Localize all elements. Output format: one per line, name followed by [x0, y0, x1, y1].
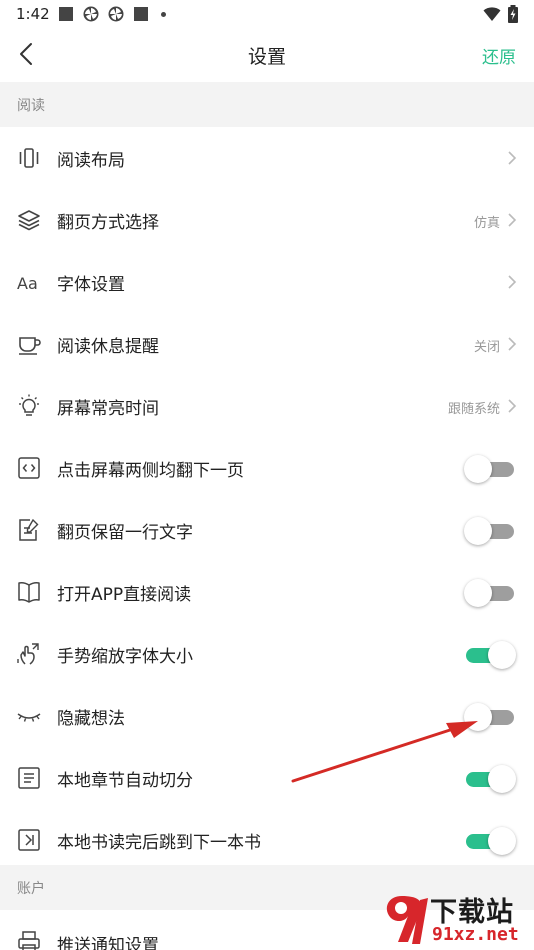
setting-row-pinch-font-size: 手势缩放字体大小	[0, 623, 534, 685]
toggle-switch[interactable]	[464, 703, 516, 731]
setting-label: 隐藏想法	[57, 709, 125, 729]
setting-value: 跟随系统	[447, 402, 500, 417]
setting-value: 关闭	[473, 340, 500, 355]
battery-charging-icon	[508, 5, 518, 23]
section-title: 阅读	[17, 98, 45, 114]
page-title: 设置	[247, 46, 286, 68]
setting-row-screen-on-time[interactable]: 屏幕常亮时间 跟随系统	[0, 375, 534, 437]
dot-icon	[161, 12, 166, 17]
edit-note-icon	[19, 518, 39, 541]
setting-label: 翻页方式选择	[57, 213, 159, 233]
list-doc-icon	[18, 767, 40, 789]
closed-eye-icon	[17, 713, 41, 722]
setting-row-tap-sides-next-page: 点击屏幕两侧均翻下一页	[0, 437, 534, 499]
square-notification-icon	[134, 7, 148, 21]
setting-row-reading-layout[interactable]: 阅读布局	[0, 127, 534, 189]
setting-label: 屏幕常亮时间	[57, 399, 159, 419]
setting-label: 本地书读完后跳到下一本书	[57, 833, 261, 853]
setting-label: 字体设置	[57, 275, 125, 295]
chevron-right-icon	[508, 399, 517, 413]
toggle-switch[interactable]	[464, 579, 516, 607]
setting-row-font[interactable]: Aa 字体设置	[0, 251, 534, 313]
setting-row-auto-split-chapters: 本地章节自动切分	[0, 747, 534, 809]
chevron-right-icon	[508, 213, 517, 227]
pinwheel-icon	[83, 6, 99, 22]
watermark-url: 91xz.net	[432, 924, 519, 945]
toggle-switch[interactable]	[464, 641, 516, 669]
next-book-icon	[18, 829, 40, 851]
chevron-right-icon	[508, 275, 517, 289]
setting-row-keep-one-line: 翻页保留一行文字	[0, 499, 534, 561]
chevron-right-icon	[508, 337, 517, 351]
setting-label: 本地章节自动切分	[57, 771, 193, 791]
setting-value: 仿真	[473, 216, 500, 231]
status-time: 1:42	[16, 5, 50, 23]
setting-label: 手势缩放字体大小	[57, 647, 193, 667]
setting-label: 点击屏幕两侧均翻下一页	[57, 461, 244, 481]
toggle-switch[interactable]	[464, 827, 516, 855]
toggle-switch[interactable]	[464, 517, 516, 545]
setting-label: 翻页保留一行文字	[57, 523, 193, 543]
layers-icon	[18, 210, 40, 231]
setting-label: 阅读休息提醒	[57, 337, 159, 357]
wifi-icon	[483, 7, 501, 21]
font-icon: Aa	[17, 274, 38, 293]
toggle-switch[interactable]	[464, 765, 516, 793]
svg-text:Aa: Aa	[17, 274, 38, 293]
91-logo-icon	[386, 896, 428, 944]
setting-row-open-app-read: 打开APP直接阅读	[0, 561, 534, 623]
chevron-right-icon	[508, 151, 517, 165]
setting-row-page-turn-mode[interactable]: 翻页方式选择 仿真	[0, 189, 534, 251]
setting-row-jump-next-book: 本地书读完后跳到下一本书	[0, 809, 534, 871]
status-bar: 1:42	[0, 0, 534, 28]
pinch-gesture-icon	[17, 643, 39, 665]
navigation-bar: 设置 还原	[0, 28, 534, 82]
setting-label: 打开APP直接阅读	[57, 585, 192, 605]
square-notification-icon	[59, 7, 73, 21]
notification-printer-icon	[18, 931, 40, 950]
toggle-switch[interactable]	[464, 455, 516, 483]
setting-row-rest-reminder[interactable]: 阅读休息提醒 关闭	[0, 313, 534, 375]
watermark-logo: 下载站 91xz.net	[380, 888, 530, 950]
section-header-reading: 阅读	[0, 82, 534, 127]
setting-label: 推送通知设置	[57, 936, 159, 950]
setting-label: 阅读布局	[57, 151, 125, 171]
section-title: 账户	[17, 881, 45, 897]
layout-icon	[19, 148, 39, 168]
open-book-icon	[18, 582, 40, 603]
pinwheel-icon	[108, 6, 124, 22]
setting-row-hide-thoughts: 隐藏想法	[0, 685, 534, 747]
restore-button[interactable]: 还原	[482, 43, 516, 68]
code-brackets-icon	[18, 457, 40, 479]
coffee-cup-icon	[19, 337, 41, 355]
lightbulb-icon	[19, 394, 39, 416]
